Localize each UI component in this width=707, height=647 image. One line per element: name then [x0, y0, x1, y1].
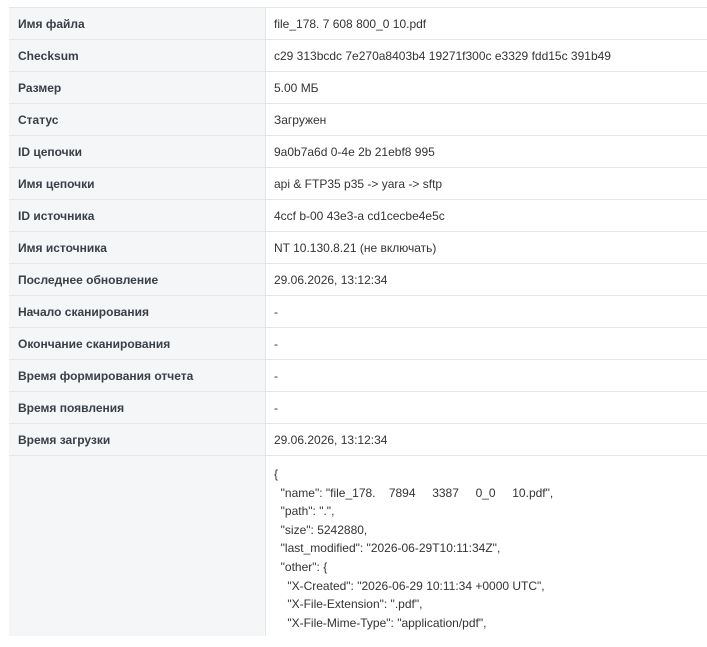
- label-chain-name: Имя цепочки: [9, 168, 266, 199]
- label-metadata: [9, 456, 266, 636]
- label-upload-time: Время загрузки: [9, 424, 266, 455]
- row-last-updated: Последнее обновление 29.06.2026, 13:12:3…: [9, 264, 707, 296]
- value-status: Загружен: [274, 112, 327, 127]
- metadata-json: { "name": "file_178. 7894 3387 0_0 10.pd…: [274, 467, 554, 630]
- row-appear-time: Время появления -: [9, 392, 707, 424]
- value-last-updated: 29.06.2026, 13:12:34: [274, 272, 388, 287]
- label-last-updated: Последнее обновление: [9, 264, 266, 295]
- value-source-id: 4ccf b-00 43e3-a cd1cecbe4e5c: [274, 208, 445, 223]
- value-report-time: -: [274, 368, 278, 383]
- label-scan-start: Начало сканирования: [9, 296, 266, 327]
- row-report-time: Время формирования отчета -: [9, 360, 707, 392]
- row-metadata: { "name": "file_178. 7894 3387 0_0 10.pd…: [9, 456, 707, 636]
- label-source-id: ID источника: [9, 200, 266, 231]
- label-report-time: Время формирования отчета: [9, 360, 266, 391]
- label-size: Размер: [9, 72, 266, 103]
- label-appear-time: Время появления: [9, 392, 266, 423]
- row-size: Размер 5.00 МБ: [9, 72, 707, 104]
- label-chain-id: ID цепочки: [9, 136, 266, 167]
- value-size: 5.00 МБ: [274, 80, 319, 95]
- value-file-name: file_178. 7 608 800_0 10.pdf: [274, 16, 427, 31]
- row-checksum: Checksum c29 313bcdc 7e270a8403b4 19271f…: [9, 40, 707, 72]
- value-chain-name: api & FTP35 p35 -> yara -> sftp: [274, 176, 443, 191]
- row-scan-start: Начало сканирования -: [9, 296, 707, 328]
- label-file-name: Имя файла: [9, 8, 266, 39]
- label-scan-end: Окончание сканирования: [9, 328, 266, 359]
- row-chain-name: Имя цепочки api & FTP35 p35 -> yara -> s…: [9, 168, 707, 200]
- value-appear-time: -: [274, 400, 278, 415]
- row-file-name: Имя файла file_178. 7 608 800_0 10.pdf: [9, 8, 707, 40]
- row-chain-id: ID цепочки 9a0b7a6d 0-4e 2b 21ebf8 995: [9, 136, 707, 168]
- label-source-name: Имя источника: [9, 232, 266, 263]
- row-status: Статус Загружен: [9, 104, 707, 136]
- value-upload-time: 29.06.2026, 13:12:34: [274, 432, 388, 447]
- value-checksum: c29 313bcdc 7e270a8403b4 19271f300c e332…: [274, 48, 611, 63]
- row-source-id: ID источника 4ccf b-00 43e3-a cd1cecbe4e…: [9, 200, 707, 232]
- label-checksum: Checksum: [9, 40, 266, 71]
- label-status: Статус: [9, 104, 266, 135]
- value-source-name: NT 10.130.8.21 (не включать): [274, 240, 437, 255]
- value-scan-start: -: [274, 304, 278, 319]
- row-scan-end: Окончание сканирования -: [9, 328, 707, 360]
- value-chain-id: 9a0b7a6d 0-4e 2b 21ebf8 995: [274, 144, 435, 159]
- row-upload-time: Время загрузки 29.06.2026, 13:12:34: [9, 424, 707, 456]
- value-scan-end: -: [274, 336, 278, 351]
- value-metadata: { "name": "file_178. 7894 3387 0_0 10.pd…: [266, 456, 707, 636]
- row-source-name: Имя источника NT 10.130.8.21 (не включат…: [9, 232, 707, 264]
- file-details-table: Имя файла file_178. 7 608 800_0 10.pdf C…: [9, 7, 707, 636]
